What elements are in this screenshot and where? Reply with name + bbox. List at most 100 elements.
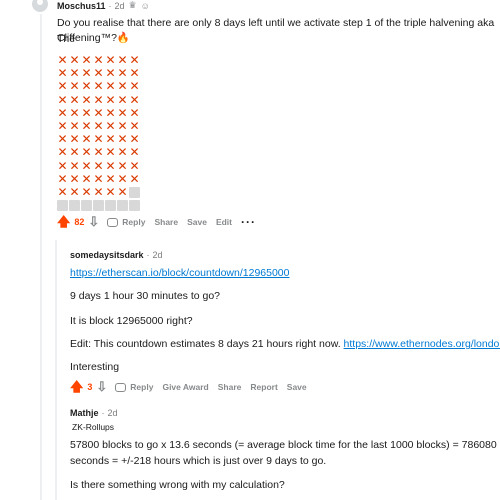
reply-bubble-icon bbox=[115, 382, 127, 392]
x-mark-icon: ✕ bbox=[117, 118, 128, 133]
x-mark-icon: ✕ bbox=[93, 66, 104, 81]
x-mark-icon: ✕ bbox=[69, 92, 80, 107]
x-mark-icon: ✕ bbox=[129, 158, 140, 173]
x-mark-icon: ✕ bbox=[93, 132, 104, 147]
comment-paragraph: Is there something wrong with my calcula… bbox=[70, 479, 285, 491]
vote-score: 82 bbox=[74, 217, 85, 227]
reply-label: Reply bbox=[130, 382, 154, 392]
x-mark-icon: ✕ bbox=[117, 145, 128, 160]
x-mark-icon: ✕ bbox=[81, 118, 92, 133]
report-button[interactable]: Report bbox=[250, 382, 277, 392]
comment-paragraph: 9 days 1 hour 30 minutes to go? bbox=[70, 290, 221, 302]
etherscan-link[interactable]: https://etherscan.io/block/countdown/129… bbox=[70, 265, 290, 281]
downvote-arrow-icon[interactable]: ⇩ bbox=[96, 380, 107, 393]
x-mark-icon: ✕ bbox=[93, 145, 104, 160]
comment-body-line: seconds = +/-218 hours which is just ove… bbox=[70, 455, 327, 467]
downvote-arrow-icon[interactable]: ⇩ bbox=[88, 215, 99, 228]
comment-age: 2d bbox=[107, 408, 118, 418]
x-mark-icon: ✕ bbox=[69, 171, 80, 186]
x-mark-icon: ✕ bbox=[129, 92, 140, 107]
share-button[interactable]: Share bbox=[218, 382, 242, 392]
avatar[interactable] bbox=[32, 0, 48, 12]
save-button[interactable]: Save bbox=[287, 382, 307, 392]
x-mark-icon: ✕ bbox=[69, 53, 80, 67]
x-mark-icon: ✕ bbox=[57, 118, 68, 133]
reply-bubble-icon bbox=[107, 217, 119, 227]
empty-square bbox=[81, 200, 92, 212]
x-mark-icon: ✕ bbox=[117, 79, 128, 94]
x-mark-icon: ✕ bbox=[117, 92, 128, 107]
empty-square bbox=[129, 200, 140, 212]
x-mark-icon: ✕ bbox=[81, 53, 92, 67]
x-mark-grid: ✕ ✕ ✕ ✕ ✕ ✕ ✕ ✕ ✕ ✕ ✕ ✕ ✕ ✕ ✕ ✕ ✕ ✕ ✕ ✕ ✕ ✕ ✕ ✕ ✕ ✕ ✕ ✕ ✕ ✕ ✕ ✕ ✕ ✕ ✕ ✕ ✕ ✕ ✕ ✕… bbox=[57, 53, 140, 212]
x-mark-icon: ✕ bbox=[105, 79, 116, 94]
comment-body-line: 57800 blocks to go x 13.6 seconds (= ave… bbox=[70, 439, 497, 451]
x-mark-icon: ✕ bbox=[57, 66, 68, 81]
x-mark-icon: ✕ bbox=[69, 118, 80, 133]
reply-button[interactable]: Reply bbox=[107, 217, 145, 227]
username[interactable]: somedaysitsdark bbox=[70, 250, 144, 260]
x-mark-icon: ✕ bbox=[105, 92, 116, 107]
separator-dot: · bbox=[146, 250, 150, 260]
x-mark-icon: ✕ bbox=[117, 105, 128, 120]
more-options-icon[interactable]: ··· bbox=[241, 215, 256, 229]
x-mark-icon: ✕ bbox=[57, 158, 68, 173]
x-mark-icon: ✕ bbox=[105, 66, 116, 81]
username[interactable]: Mathje bbox=[70, 408, 99, 418]
x-mark-icon: ✕ bbox=[105, 132, 116, 147]
x-mark-icon: ✕ bbox=[93, 79, 104, 94]
share-button[interactable]: Share bbox=[154, 217, 178, 227]
x-mark-icon: ✕ bbox=[57, 132, 68, 147]
reply-label: Reply bbox=[122, 217, 146, 227]
upvote-arrow-icon[interactable]: 🡅 bbox=[57, 215, 70, 228]
ethernodes-link[interactable]: https://www.ethernodes.org/london bbox=[344, 338, 500, 350]
edit-note-text: Edit: This countdown estimates 8 days 21… bbox=[70, 338, 344, 350]
thread-line-2[interactable] bbox=[55, 240, 57, 500]
award-icon: ☺ bbox=[140, 0, 150, 11]
x-mark-icon: ✕ bbox=[93, 158, 104, 173]
vote-score: 3 bbox=[87, 382, 93, 392]
upvote-arrow-icon[interactable]: 🡅 bbox=[70, 380, 83, 393]
x-mark-icon: ✕ bbox=[129, 118, 140, 133]
x-mark-icon: ✕ bbox=[57, 79, 68, 94]
empty-square bbox=[129, 186, 140, 198]
reply-button[interactable]: Reply bbox=[115, 382, 153, 392]
x-mark-icon: ✕ bbox=[117, 53, 128, 67]
x-mark-icon: ✕ bbox=[93, 171, 104, 186]
x-mark-icon: ✕ bbox=[81, 158, 92, 173]
comment-paragraph: Edit: This countdown estimates 8 days 21… bbox=[70, 336, 500, 352]
x-mark-icon: ✕ bbox=[69, 66, 80, 81]
comment-body-line: Cliffening™?🔥 bbox=[57, 32, 130, 44]
x-mark-icon: ✕ bbox=[57, 92, 68, 107]
comment-paragraph: Interesting bbox=[70, 361, 120, 373]
x-mark-icon: ✕ bbox=[57, 145, 68, 160]
x-mark-icon: ✕ bbox=[93, 53, 104, 67]
x-mark-icon: ✕ bbox=[117, 171, 128, 186]
x-mark-icon: ✕ bbox=[81, 132, 92, 147]
thread-line-1[interactable] bbox=[40, 14, 42, 500]
x-mark-icon: ✕ bbox=[81, 66, 92, 81]
save-button[interactable]: Save bbox=[187, 217, 207, 227]
x-mark-icon: ✕ bbox=[93, 184, 104, 199]
x-mark-icon: ✕ bbox=[129, 66, 140, 81]
username[interactable]: Moschus11 bbox=[57, 1, 106, 11]
x-mark-icon: ✕ bbox=[93, 105, 104, 120]
x-mark-icon: ✕ bbox=[129, 132, 140, 147]
x-mark-icon: ✕ bbox=[129, 105, 140, 120]
empty-square bbox=[93, 200, 104, 212]
comment-age: 2d bbox=[114, 0, 125, 11]
give-award-button[interactable]: Give Award bbox=[162, 382, 208, 392]
comment-meta: Mathje · 2d bbox=[70, 408, 118, 418]
x-mark-icon: ✕ bbox=[57, 171, 68, 186]
empty-square bbox=[117, 200, 128, 212]
user-flair: ZK-Rollups bbox=[72, 422, 115, 432]
comment-actions: 🡅 3 ⇩ Reply Give Award Share Report Save bbox=[70, 380, 316, 393]
x-mark-icon: ✕ bbox=[81, 171, 92, 186]
x-mark-icon: ✕ bbox=[57, 184, 68, 199]
separator-dot: · bbox=[101, 408, 105, 418]
empty-square bbox=[57, 200, 68, 212]
x-mark-icon: ✕ bbox=[69, 158, 80, 173]
x-mark-icon: ✕ bbox=[81, 79, 92, 94]
edit-button[interactable]: Edit bbox=[216, 217, 232, 227]
x-mark-icon: ✕ bbox=[69, 132, 80, 147]
